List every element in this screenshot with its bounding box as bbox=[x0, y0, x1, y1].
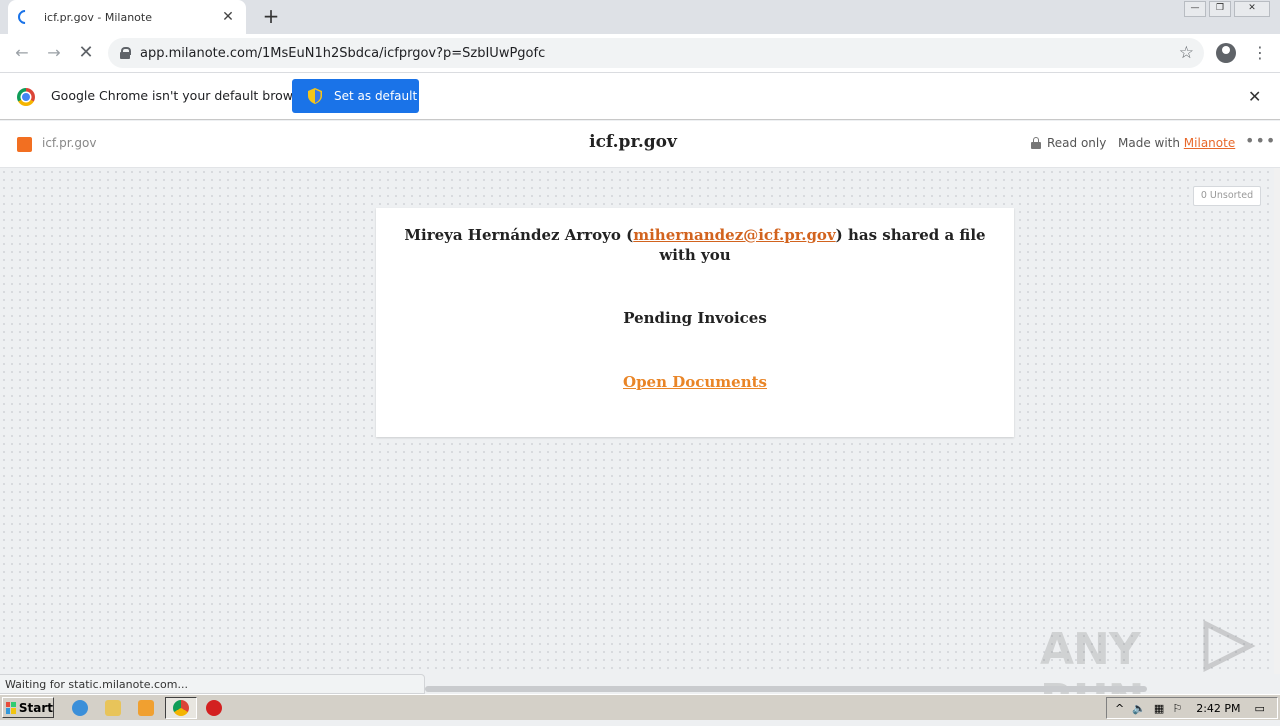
milanote-link[interactable]: Milanote bbox=[1184, 136, 1235, 150]
share-message: Mireya Hernández Arroyo (mihernandez@icf… bbox=[392, 225, 998, 265]
file-title: Pending Invoices bbox=[623, 309, 767, 327]
tray-expand-icon[interactable]: ^ bbox=[1115, 702, 1124, 715]
action-center-flag-icon[interactable]: ⚐ bbox=[1172, 702, 1182, 715]
stop-loading-icon[interactable]: ✕ bbox=[75, 42, 97, 64]
windows-taskbar: Start ^ 🔈 ▦ ⚐ 2:42 PM ▭ bbox=[0, 694, 1280, 720]
play-icon bbox=[1140, 612, 1256, 675]
shield-icon bbox=[308, 88, 322, 104]
show-desktop-icon[interactable]: ▭ bbox=[1255, 702, 1265, 715]
restore-window-icon[interactable]: ❐ bbox=[1209, 1, 1231, 17]
sender-name: Mireya Hernández Arroyo ( bbox=[404, 226, 634, 244]
board-header: icf.pr.gov icf.pr.gov Read only Made wit… bbox=[0, 121, 1280, 168]
note-card[interactable]: Mireya Hernández Arroyo (mihernandez@icf… bbox=[376, 208, 1014, 437]
infobar-close-icon[interactable]: ✕ bbox=[1248, 87, 1261, 106]
status-bar: Waiting for static.milanote.com... bbox=[0, 674, 425, 694]
network-icon[interactable]: ▦ bbox=[1154, 702, 1164, 715]
made-with-text: Made with Milanote bbox=[1118, 136, 1235, 150]
start-label: Start bbox=[18, 700, 53, 715]
made-with-prefix: Made with bbox=[1118, 136, 1184, 150]
media-player-icon[interactable] bbox=[138, 700, 154, 716]
browser-tab-strip: icf.pr.gov - Milanote ✕ + — ❐ ✕ bbox=[0, 0, 1280, 34]
start-button[interactable]: Start bbox=[2, 697, 54, 718]
file-explorer-icon[interactable] bbox=[105, 700, 121, 716]
read-only-lock-icon bbox=[1031, 137, 1041, 149]
address-bar[interactable]: app.milanote.com/1MsEuN1h2Sbdca/icfprgov… bbox=[108, 38, 1204, 68]
chrome-taskbar-icon bbox=[173, 700, 189, 716]
horizontal-scrollbar[interactable] bbox=[425, 686, 1147, 692]
browser-toolbar: ← → ✕ app.milanote.com/1MsEuN1h2Sbdca/ic… bbox=[0, 34, 1280, 72]
url-text: app.milanote.com/1MsEuN1h2Sbdca/icfprgov… bbox=[140, 45, 546, 61]
bookmark-star-icon[interactable]: ☆ bbox=[1179, 43, 1194, 63]
vertical-scrollbar[interactable] bbox=[1274, 168, 1280, 674]
volume-icon[interactable]: 🔈 bbox=[1132, 702, 1146, 715]
sender-email-link[interactable]: mihernandez@icf.pr.gov bbox=[633, 226, 835, 244]
forward-arrow-icon[interactable]: → bbox=[43, 42, 65, 64]
internet-explorer-icon[interactable] bbox=[72, 700, 88, 716]
watermark-left-text: ANY bbox=[1040, 624, 1141, 675]
set-as-default-button[interactable]: Set as default bbox=[292, 79, 419, 113]
windows-flag-icon bbox=[6, 701, 16, 714]
open-documents-row: Open Documents bbox=[376, 373, 1014, 391]
browser-tab[interactable]: icf.pr.gov - Milanote ✕ bbox=[8, 0, 246, 34]
tab-close-icon[interactable]: ✕ bbox=[220, 9, 236, 25]
system-tray: ^ 🔈 ▦ ⚐ 2:42 PM ▭ bbox=[1106, 697, 1278, 719]
chrome-logo-icon bbox=[17, 88, 35, 106]
open-documents-link[interactable]: Open Documents bbox=[623, 373, 767, 391]
minimize-window-icon[interactable]: — bbox=[1184, 1, 1206, 17]
antivirus-icon[interactable] bbox=[206, 700, 222, 716]
lock-icon bbox=[120, 47, 131, 59]
loading-spinner-icon bbox=[15, 7, 35, 27]
read-only-label: Read only bbox=[1047, 136, 1107, 150]
read-only-badge: Read only bbox=[1031, 136, 1106, 150]
tab-title: icf.pr.gov - Milanote bbox=[44, 10, 152, 24]
browser-menu-icon[interactable]: ⋮ bbox=[1252, 42, 1268, 64]
new-tab-button[interactable]: + bbox=[258, 4, 284, 30]
infobar-message: Google Chrome isn't your default browser bbox=[51, 88, 313, 103]
unsorted-button[interactable]: 0 Unsorted bbox=[1193, 186, 1261, 206]
set-as-default-label: Set as default bbox=[334, 89, 418, 103]
more-options-icon[interactable]: ••• bbox=[1245, 131, 1276, 150]
clock[interactable]: 2:42 PM bbox=[1196, 702, 1240, 715]
chrome-taskbar-button[interactable] bbox=[165, 697, 197, 719]
profile-avatar-icon[interactable] bbox=[1216, 43, 1236, 63]
close-window-icon[interactable]: ✕ bbox=[1234, 1, 1270, 17]
default-browser-infobar: Google Chrome isn't your default browser… bbox=[0, 72, 1280, 120]
back-arrow-icon[interactable]: ← bbox=[11, 42, 33, 64]
